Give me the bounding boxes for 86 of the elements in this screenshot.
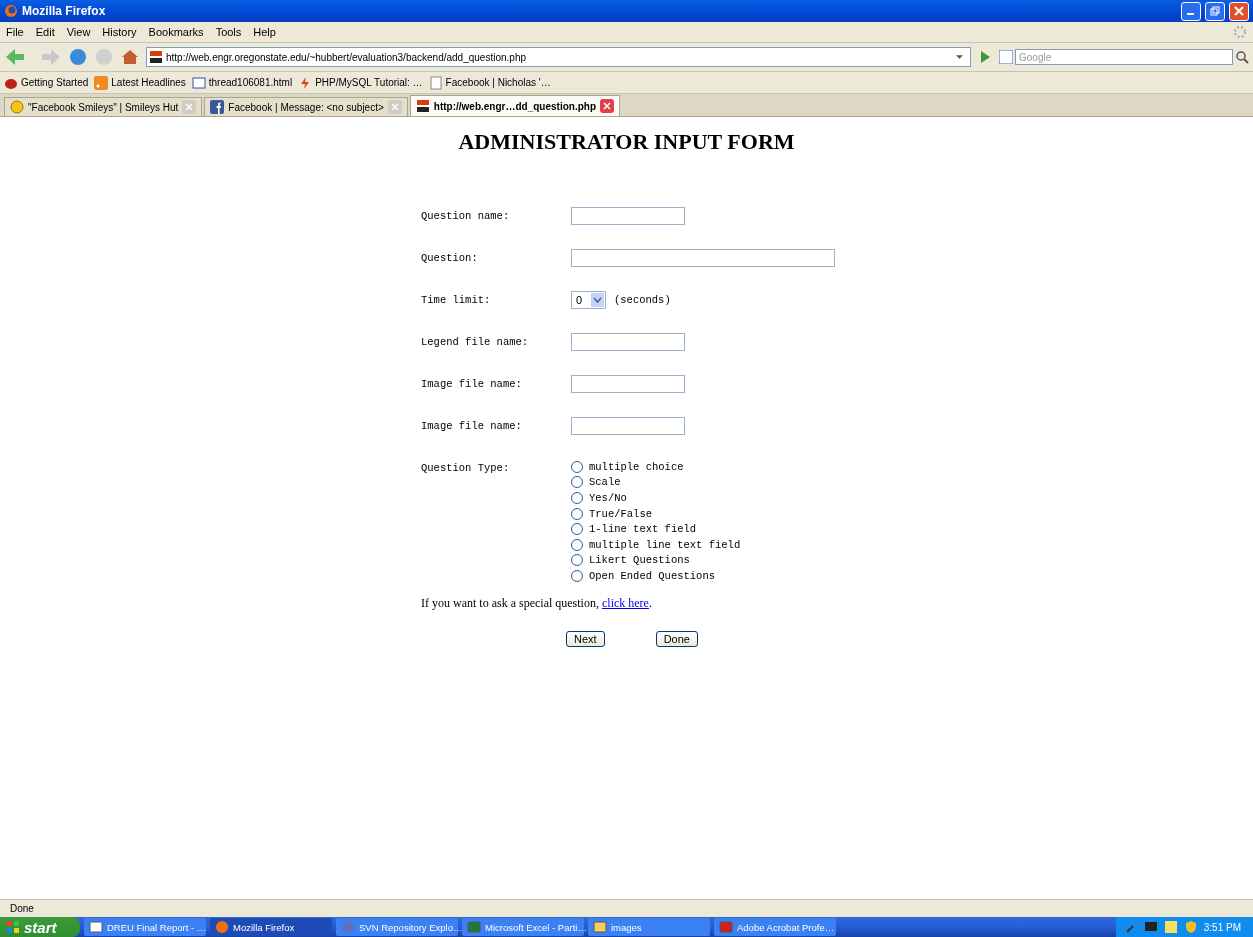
menu-item[interactable]: History <box>102 26 137 38</box>
restore-button[interactable] <box>1205 1 1225 21</box>
browser-tab[interactable]: http://web.engr…dd_question.php <box>409 95 620 116</box>
bookmark[interactable]: PHP/MySQL Tutorial: … <box>298 75 423 90</box>
form-button[interactable]: Done <box>655 630 698 647</box>
home-icon <box>120 47 140 67</box>
radio-button[interactable] <box>571 476 583 489</box>
option-label: multiple line text field <box>589 538 741 551</box>
shield-icon <box>1183 920 1198 934</box>
taskbar-button[interactable]: DREU Final Report - … <box>84 918 206 936</box>
close-icon <box>387 100 402 114</box>
form-button[interactable]: Next <box>566 630 605 647</box>
bookmark[interactable]: Latest Headlines <box>94 75 186 90</box>
field-label: Legend file name: <box>421 335 530 348</box>
browser-tab[interactable]: "Facebook Smileys" | Smileys Hut <box>4 97 203 116</box>
field-label: Time limit: <box>421 293 492 306</box>
close-button[interactable] <box>1229 1 1249 21</box>
search-icon <box>1235 50 1249 64</box>
special-question-text: If you want to ask a special question, click here. <box>421 595 653 611</box>
text-field[interactable] <box>571 375 685 393</box>
radio-button[interactable] <box>571 507 583 520</box>
option-label: Yes/No <box>589 492 627 504</box>
click-here-link[interactable]: click here <box>601 595 649 610</box>
page-title: ADMINISTRATOR INPUT FORM <box>458 129 795 155</box>
close-icon <box>600 99 614 113</box>
field-label: Question Type: <box>421 461 511 474</box>
text-field[interactable] <box>571 207 685 225</box>
radio-button[interactable] <box>571 538 583 551</box>
taskbar-button[interactable]: images <box>588 918 710 936</box>
firefox-icon <box>4 4 18 18</box>
feed-icon <box>94 75 109 90</box>
smiley-icon <box>10 100 24 114</box>
field-label: Question: <box>421 251 479 264</box>
clock: 3:51 PM <box>1203 921 1241 933</box>
unit-label: (seconds) <box>614 293 671 306</box>
menu-item[interactable]: View <box>66 26 91 38</box>
radio-button[interactable] <box>571 492 583 504</box>
folder-icon <box>593 920 607 934</box>
spreadsheet-icon <box>467 920 481 934</box>
page-icon <box>428 75 443 90</box>
bookmark[interactable]: Getting Started <box>4 75 89 90</box>
radio-button[interactable] <box>571 569 583 582</box>
option-label: Likert Questions <box>589 554 690 567</box>
close-icon <box>182 100 197 114</box>
start-button[interactable]: start <box>0 917 80 937</box>
close-icon <box>1234 6 1244 16</box>
radio-button[interactable] <box>571 554 583 567</box>
text-field[interactable] <box>571 249 835 267</box>
google-icon <box>999 50 1013 64</box>
menu-item[interactable]: Help <box>253 26 276 38</box>
radio-button[interactable] <box>571 460 583 473</box>
text-field[interactable] <box>571 333 685 351</box>
field-label: Image file name: <box>421 419 523 432</box>
menu-item[interactable]: File <box>6 26 24 38</box>
browser-tab[interactable]: Facebook | Message: <no subject> <box>204 97 408 116</box>
windows-logo-icon <box>6 920 20 934</box>
text-field[interactable] <box>571 417 685 435</box>
menu-item[interactable]: Edit <box>35 26 55 38</box>
field-label: Question name: <box>421 209 511 222</box>
restore-icon <box>1210 6 1220 16</box>
option-label: Scale <box>589 476 621 489</box>
taskbar-button[interactable]: Microsoft Excel - Parti… <box>462 918 584 936</box>
option-label: multiple choice <box>589 460 684 473</box>
status-text: Done <box>10 903 34 914</box>
field-label: Image file name: <box>421 377 523 390</box>
option-label: 1-line text field <box>589 523 697 536</box>
taskbar-button[interactable]: Mozilla Firefox <box>210 918 332 936</box>
caret-icon <box>956 55 963 59</box>
throbber-icon <box>1233 25 1247 39</box>
radio-button[interactable] <box>571 523 583 536</box>
facebook-icon <box>210 100 225 114</box>
search-field[interactable]: Google <box>1015 49 1233 65</box>
taskbar-button[interactable]: Adobe Acrobat Profe… <box>714 918 836 936</box>
option-label: Open Ended Questions <box>589 569 716 582</box>
menu-item[interactable]: Tools <box>215 26 242 38</box>
option-label: True/False <box>589 507 652 520</box>
address-bar[interactable]: http://web.engr.oregonstate.edu/~hubbert/evaluation3/backend/add_question.php <box>146 47 971 67</box>
monitor-icon <box>1143 920 1158 934</box>
dropdown[interactable]: 0 <box>571 291 606 309</box>
window-title: Mozilla Firefox <box>22 4 107 18</box>
chevron-icon <box>591 293 604 307</box>
bookmark[interactable]: thread106081.html <box>191 75 293 90</box>
bookmark[interactable]: Facebook | Nicholas '… <box>428 75 551 90</box>
minimize-button[interactable] <box>1181 1 1201 21</box>
page-icon <box>191 75 206 90</box>
menu-item[interactable]: Bookmarks <box>148 26 204 38</box>
